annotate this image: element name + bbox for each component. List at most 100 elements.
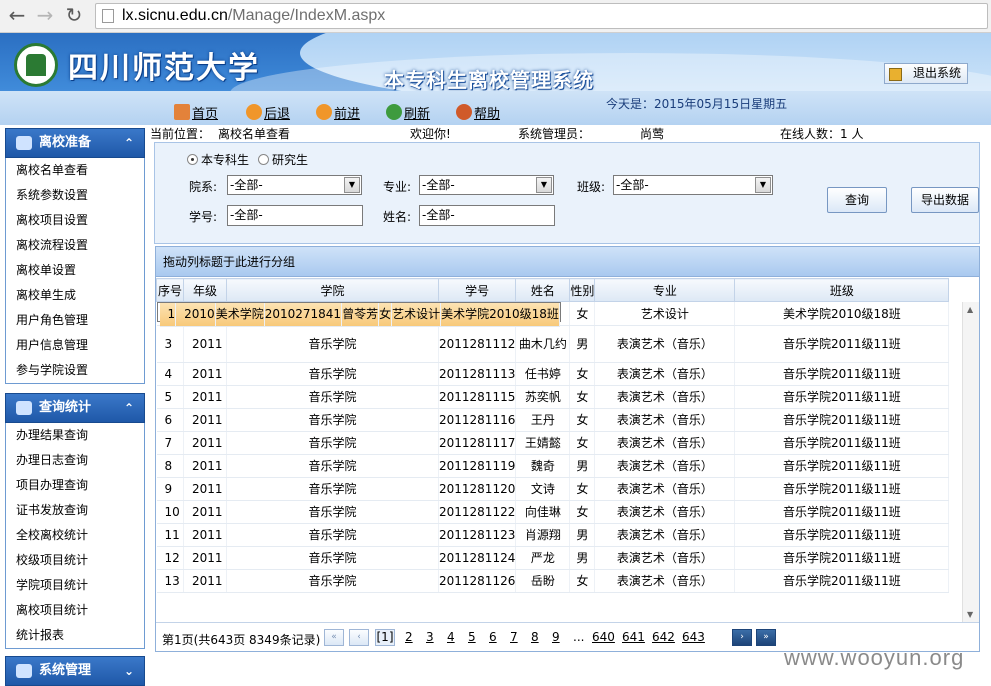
sidebar-item[interactable]: 用户信息管理 (6, 333, 144, 358)
chevron-up-icon[interactable]: ⌃ (124, 394, 134, 422)
current-page: [1] (375, 629, 395, 646)
chevron-up-icon[interactable]: ⌃ (124, 129, 134, 157)
table-cell: 音乐学院2011级11班 (734, 546, 950, 570)
column-header-index[interactable]: 序号 (156, 278, 184, 302)
site-header: 四川师范大学 本专科生离校管理系统 退出系统 今天是：2015年05月15日星期… (0, 33, 991, 125)
sidebar-item[interactable]: 离校单设置 (6, 258, 144, 283)
logout-button[interactable]: 退出系统 (884, 63, 968, 84)
page-link[interactable]: 643 (682, 630, 705, 645)
sidebar-item[interactable]: 统计报表 (6, 623, 144, 648)
column-header-class[interactable]: 班级 (734, 278, 950, 302)
page-link[interactable]: 641 (622, 630, 645, 645)
dropdown-arrow-icon[interactable]: ▼ (344, 177, 360, 193)
table-row[interactable]: 6 2011 音乐学院 2011281116 王丹女表演艺术（音乐） 音乐学院2011级1… (156, 408, 950, 432)
chevron-down-icon[interactable]: ⌄ (124, 657, 134, 685)
sidebar-item[interactable]: 证书发放查询 (6, 498, 144, 523)
forward-arrow-icon[interactable]: → (34, 4, 56, 26)
name-input[interactable]: -全部- (419, 205, 555, 226)
table-row[interactable]: 7 2011 音乐学院 2011281117 王婧懿女表演艺术（音乐） 音乐学院2011级… (156, 431, 950, 455)
page-link[interactable]: 3 (426, 630, 434, 645)
location-label: 当前位置： (150, 127, 211, 141)
page-link[interactable]: 8 (531, 630, 539, 645)
menu-back[interactable]: 后退 (246, 103, 290, 122)
column-header-gender[interactable]: 性别 (569, 278, 596, 302)
last-page-icon[interactable]: » (756, 629, 776, 646)
table-row[interactable]: 3 2011 音乐学院 2011281112 曲木几约男表演艺术（音乐） 音乐学院2011… (156, 325, 950, 363)
page-link[interactable]: 5 (468, 630, 476, 645)
sidebar-item[interactable]: 用户角色管理 (6, 308, 144, 333)
column-header-college[interactable]: 学院 (226, 278, 439, 302)
sidebar-section-stats[interactable]: 查询统计 ⌃ (5, 393, 145, 423)
table-cell: 女 (569, 385, 596, 409)
table-row[interactable]: 1 2010 美术学院 2010271841 曾苓芳女艺术设计 美术学院2010级18班 (156, 302, 561, 327)
page-link[interactable]: 642 (652, 630, 675, 645)
column-header-student-id[interactable]: 学号 (437, 278, 517, 302)
sidebar-section-prep[interactable]: 离校准备 ⌃ (5, 128, 145, 158)
sidebar-item[interactable]: 全校离校统计 (6, 523, 144, 548)
page-link[interactable]: 6 (489, 630, 497, 645)
menu-help[interactable]: 帮助 (456, 103, 500, 122)
table-cell: 2011281122 (438, 500, 517, 524)
page-link[interactable]: 640 (592, 630, 615, 645)
column-header-name[interactable]: 姓名 (515, 278, 571, 302)
sidebar-item[interactable]: 校级项目统计 (6, 548, 144, 573)
page-link[interactable]: 9 (552, 630, 560, 645)
sidebar-item[interactable]: 参与学院设置 (6, 358, 144, 383)
first-page-icon[interactable]: « (324, 629, 344, 646)
sidebar-item[interactable]: 办理日志查询 (6, 448, 144, 473)
page-link[interactable]: 4 (447, 630, 455, 645)
dropdown-arrow-icon[interactable]: ▼ (755, 177, 771, 193)
table-cell: 音乐学院2011级11班 (734, 385, 950, 409)
sidebar-item[interactable]: 办理结果查询 (6, 423, 144, 448)
sidebar-section-system[interactable]: 系统管理 ⌄ (5, 656, 145, 686)
table-row[interactable]: 10 2011 音乐学院 2011281122 向佳琳女表演艺术（音乐） 音乐学院2011… (156, 500, 950, 524)
menu-home[interactable]: 首页 (174, 103, 218, 122)
table-cell: 12 (156, 546, 184, 570)
table-row[interactable]: 8 2011 音乐学院 2011281119 魏奇男表演艺术（音乐） 音乐学院2011级1… (156, 454, 950, 478)
table-row[interactable]: 5 2011 音乐学院 2011281115 苏奕帆女表演艺术（音乐） 音乐学院2011级… (156, 385, 950, 409)
table-cell: 美术学院2010级18班 (440, 303, 560, 327)
table-cell: 音乐学院 (226, 500, 439, 524)
radio-grad[interactable]: 研究生 (258, 151, 308, 168)
page-link[interactable]: 2 (405, 630, 413, 645)
page-link[interactable]: 7 (510, 630, 518, 645)
section-icon (16, 136, 32, 150)
table-row[interactable]: 13 2011 音乐学院 2011281126 岳盼女表演艺术（音乐） 音乐学院2011级… (156, 569, 950, 593)
sidebar-item[interactable]: 离校名单查看 (6, 158, 144, 183)
table-row[interactable]: 12 2011 音乐学院 2011281124 严龙男表演艺术（音乐） 音乐学院2011级… (156, 546, 950, 570)
address-bar[interactable]: lx.sicnu.edu.cn/Manage/IndexM.aspx (95, 3, 988, 29)
college-select[interactable]: -全部- ▼ (227, 175, 362, 195)
student-id-input[interactable]: -全部- (227, 205, 363, 226)
table-cell: 音乐学院2011级11班 (734, 500, 950, 524)
table-row[interactable]: 9 2011 音乐学院 2011281120 文诗女表演艺术（音乐） 音乐学院2011级1… (156, 477, 950, 501)
menu-forward[interactable]: 前进 (316, 103, 360, 122)
class-select[interactable]: -全部- ▼ (613, 175, 773, 195)
column-header-major[interactable]: 专业 (594, 278, 736, 302)
export-button[interactable]: 导出数据 (911, 187, 979, 213)
major-select[interactable]: -全部- ▼ (419, 175, 554, 195)
back-arrow-icon[interactable]: ← (6, 4, 28, 26)
table-row[interactable]: 4 2011 音乐学院 2011281113 任书婷女表演艺术（音乐） 音乐学院2011级… (156, 362, 950, 386)
dropdown-arrow-icon[interactable]: ▼ (536, 177, 552, 193)
sidebar-item[interactable]: 离校单生成 (6, 283, 144, 308)
reload-icon[interactable]: ↻ (63, 4, 85, 26)
group-by-bar[interactable]: 拖动列标题于此进行分组 (156, 247, 979, 277)
sidebar-item[interactable]: 离校流程设置 (6, 233, 144, 258)
sidebar-item[interactable]: 离校项目统计 (6, 598, 144, 623)
query-button[interactable]: 查询 (827, 187, 887, 213)
table-row[interactable]: 11 2011 音乐学院 2011281123 肖源翔男表演艺术（音乐） 音乐学院2011… (156, 523, 950, 547)
column-header-grade[interactable]: 年级 (183, 278, 227, 302)
scroll-up-icon[interactable]: ▲ (967, 305, 973, 314)
sidebar-item[interactable]: 学院项目统计 (6, 573, 144, 598)
prev-page-icon[interactable]: ‹ (349, 629, 369, 646)
vertical-scrollbar[interactable]: ▲ ▼ (962, 302, 979, 622)
table-cell: 女 (569, 362, 596, 386)
radio-undergrad[interactable]: 本专科生 (187, 151, 249, 168)
menu-refresh[interactable]: 刷新 (386, 103, 430, 122)
sidebar-item[interactable]: 项目办理查询 (6, 473, 144, 498)
next-page-icon[interactable]: › (732, 629, 752, 646)
sidebar-item[interactable]: 系统参数设置 (6, 183, 144, 208)
scroll-down-icon[interactable]: ▼ (967, 610, 973, 619)
sidebar-item[interactable]: 离校项目设置 (6, 208, 144, 233)
table-cell: 女 (569, 408, 596, 432)
